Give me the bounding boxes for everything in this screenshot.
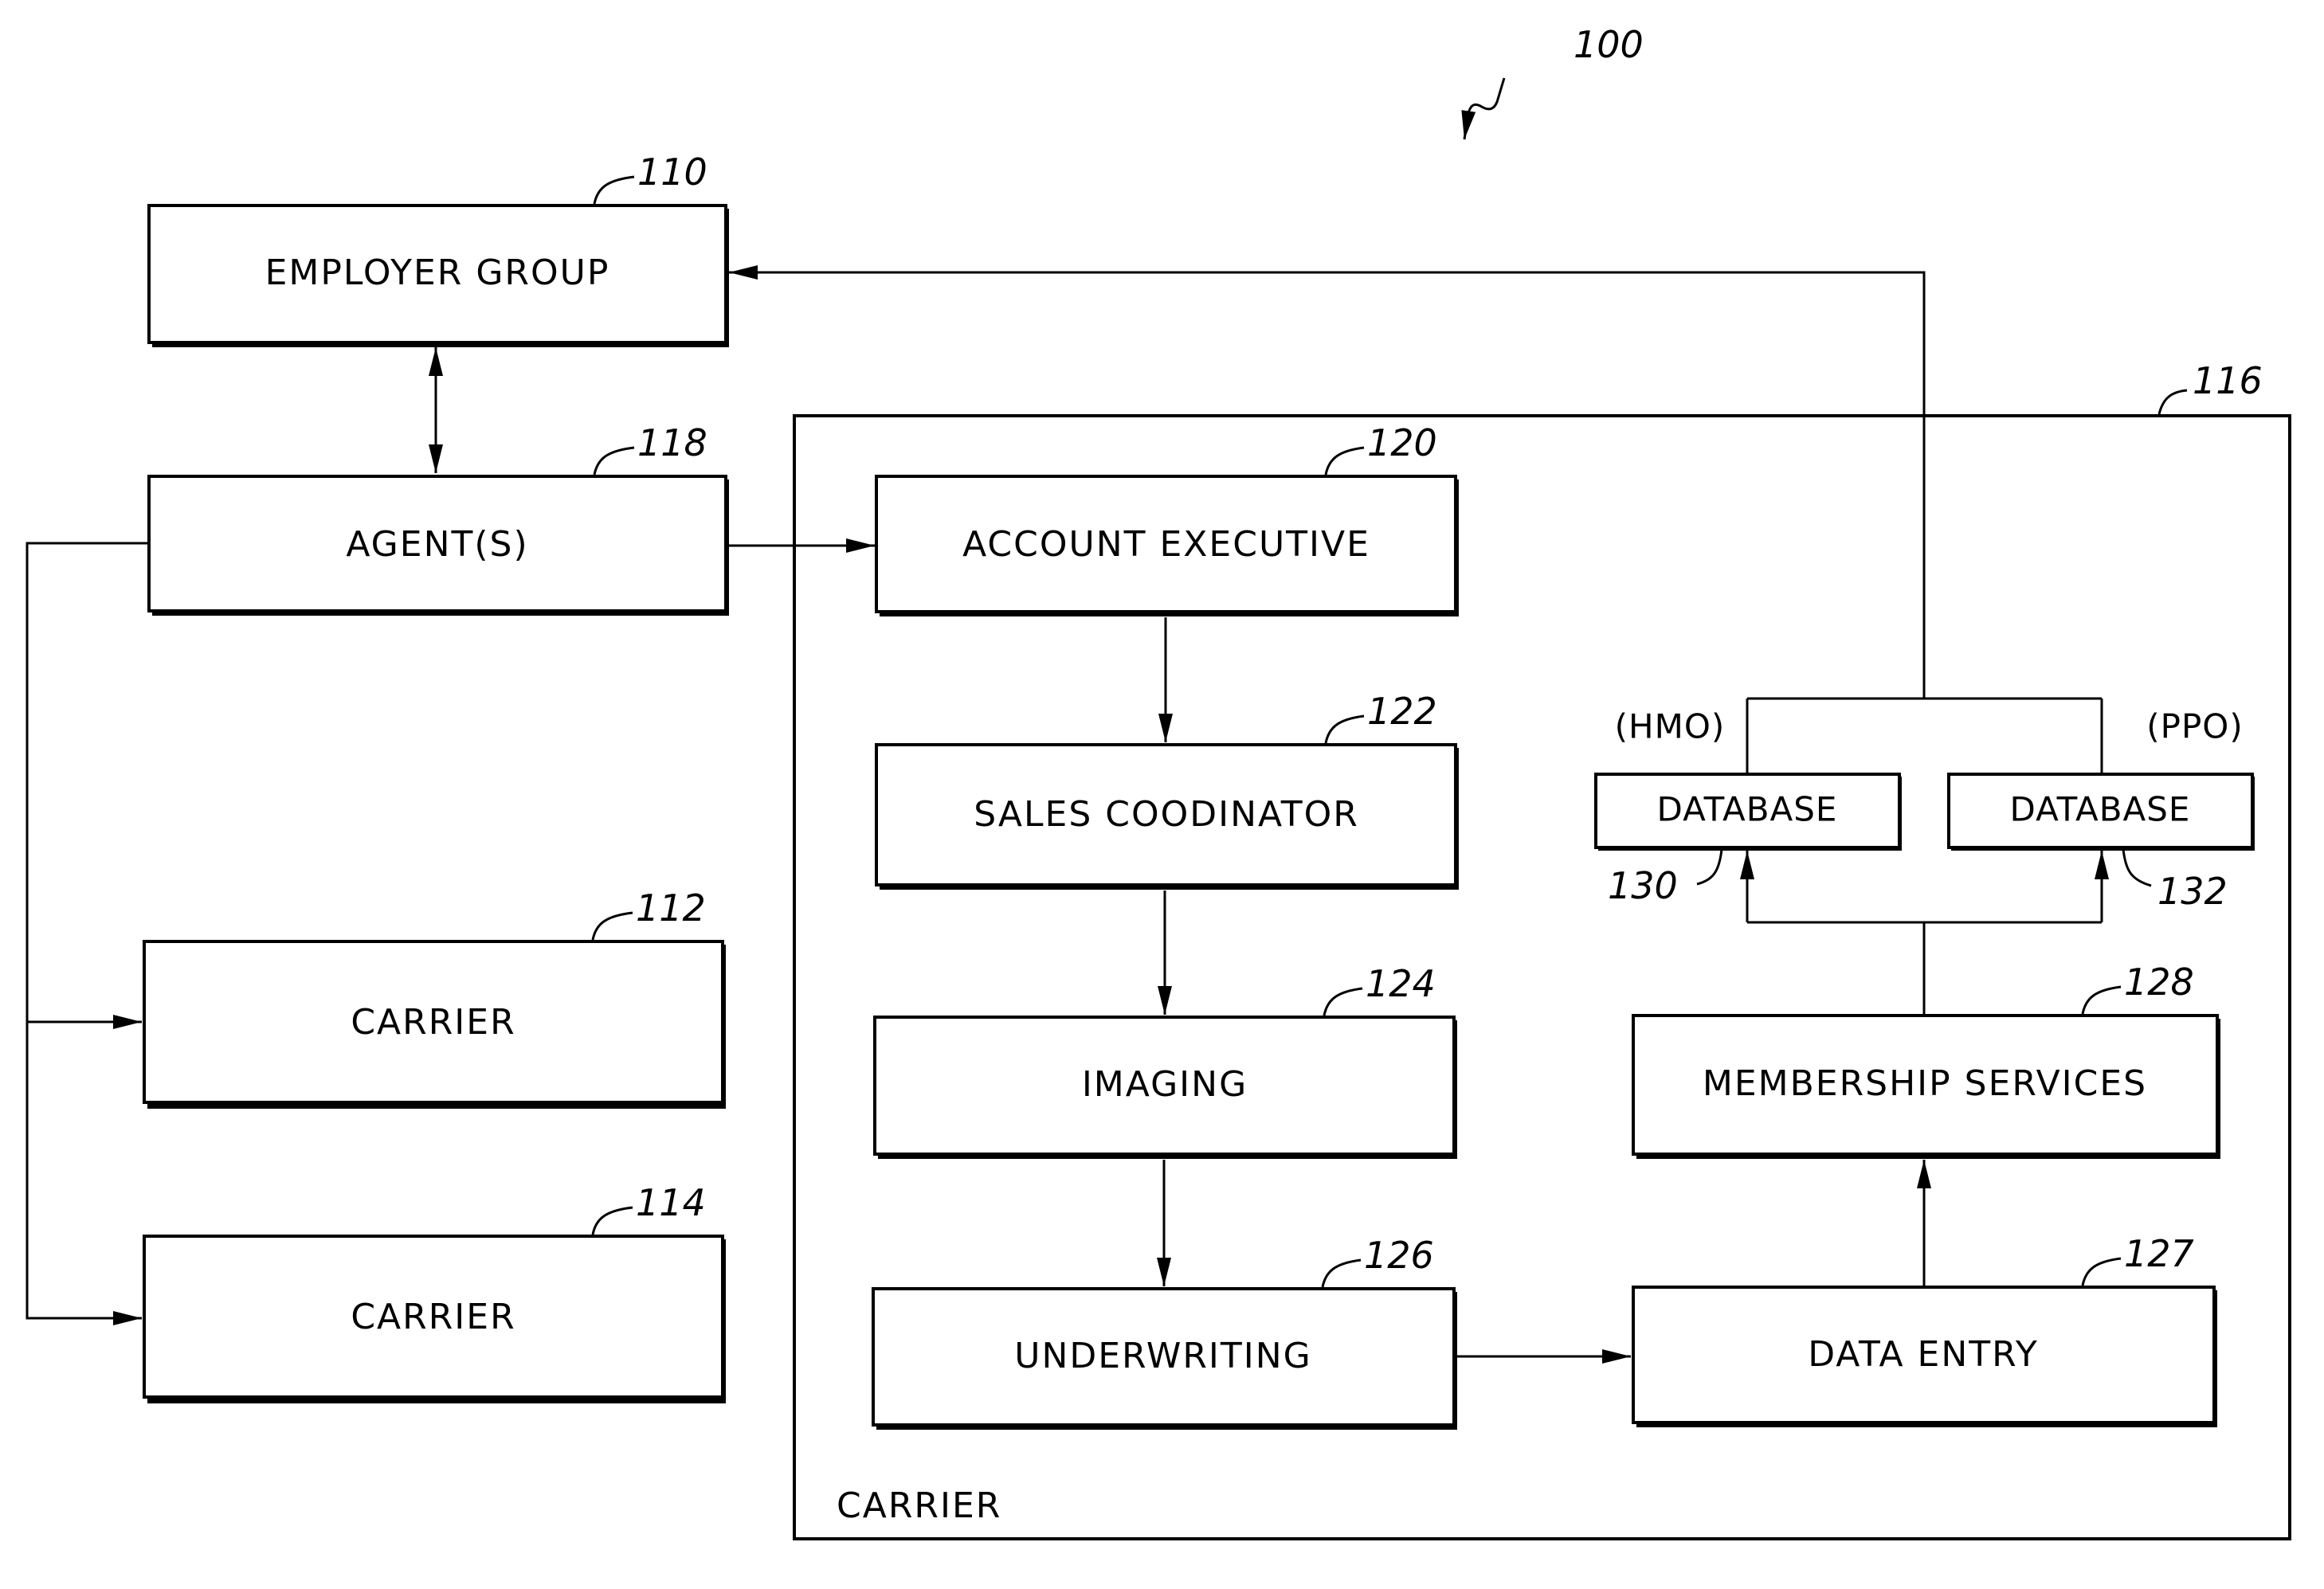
database-ppo-ref: 132	[2157, 870, 2228, 913]
carrier-112-ref: 112	[636, 886, 706, 930]
underwriting-label: UNDERWRITING	[1014, 1336, 1312, 1376]
block-diagram: 100 CARRIER 116 EMPLOYER GROUP 110 AGENT…	[25, 23, 2291, 1540]
carrier-container-ref: 116	[2193, 359, 2263, 402]
imaging-label: IMAGING	[1082, 1064, 1248, 1105]
figure-ref-number: 100	[1574, 23, 1644, 66]
sales-coordinator-label: SALES COODINATOR	[974, 794, 1359, 835]
database-hmo-qualifier: (HMO)	[1615, 707, 1726, 746]
carrier-container-leader	[2157, 389, 2188, 415]
account-executive-label: ACCOUNT EXECUTIVE	[962, 524, 1370, 565]
carrier-container-label: CARRIER	[837, 1485, 1001, 1526]
block-employer-group[interactable]: EMPLOYER GROUP 110	[147, 151, 729, 347]
agents-ref: 118	[637, 421, 707, 464]
account-executive-ref: 120	[1367, 421, 1437, 464]
employer-group-label: EMPLOYER GROUP	[265, 252, 610, 293]
employer-group-ref: 110	[637, 151, 707, 194]
database-hmo-label: DATABASE	[1657, 790, 1838, 829]
database-hmo-ref: 130	[1608, 864, 1678, 907]
data-entry-ref: 127	[2124, 1232, 2194, 1275]
membership-services-label: MEMBERSHIP SERVICES	[1703, 1063, 2147, 1104]
agents-leader	[593, 446, 635, 476]
figure-ref-squiggle-arrow	[1461, 77, 1506, 140]
sales-coordinator-ref: 122	[1367, 690, 1437, 733]
connector-agents-carrier-114	[25, 542, 149, 1325]
imaging-ref: 124	[1366, 962, 1436, 1005]
database-ppo-qualifier: (PPO)	[2146, 707, 2243, 746]
agents-label: AGENT(S)	[346, 524, 528, 565]
carrier-114-label: CARRIER	[351, 1297, 515, 1337]
block-carrier-112[interactable]: CARRIER 112	[143, 886, 726, 1109]
block-carrier-114[interactable]: CARRIER 114	[143, 1181, 726, 1403]
membership-services-ref: 128	[2124, 961, 2194, 1004]
figure-ref-100: 100	[1461, 23, 1644, 140]
database-ppo-label: DATABASE	[2010, 790, 2191, 829]
carrier-112-leader	[591, 911, 633, 941]
employer-group-leader	[593, 175, 635, 205]
block-agents[interactable]: AGENT(S) 118	[147, 421, 729, 616]
data-entry-label: DATA ENTRY	[1808, 1334, 2039, 1375]
underwriting-ref: 126	[1364, 1234, 1434, 1277]
carrier-114-ref: 114	[636, 1181, 706, 1224]
carrier-112-label: CARRIER	[351, 1002, 515, 1043]
carrier-114-leader	[591, 1206, 633, 1235]
